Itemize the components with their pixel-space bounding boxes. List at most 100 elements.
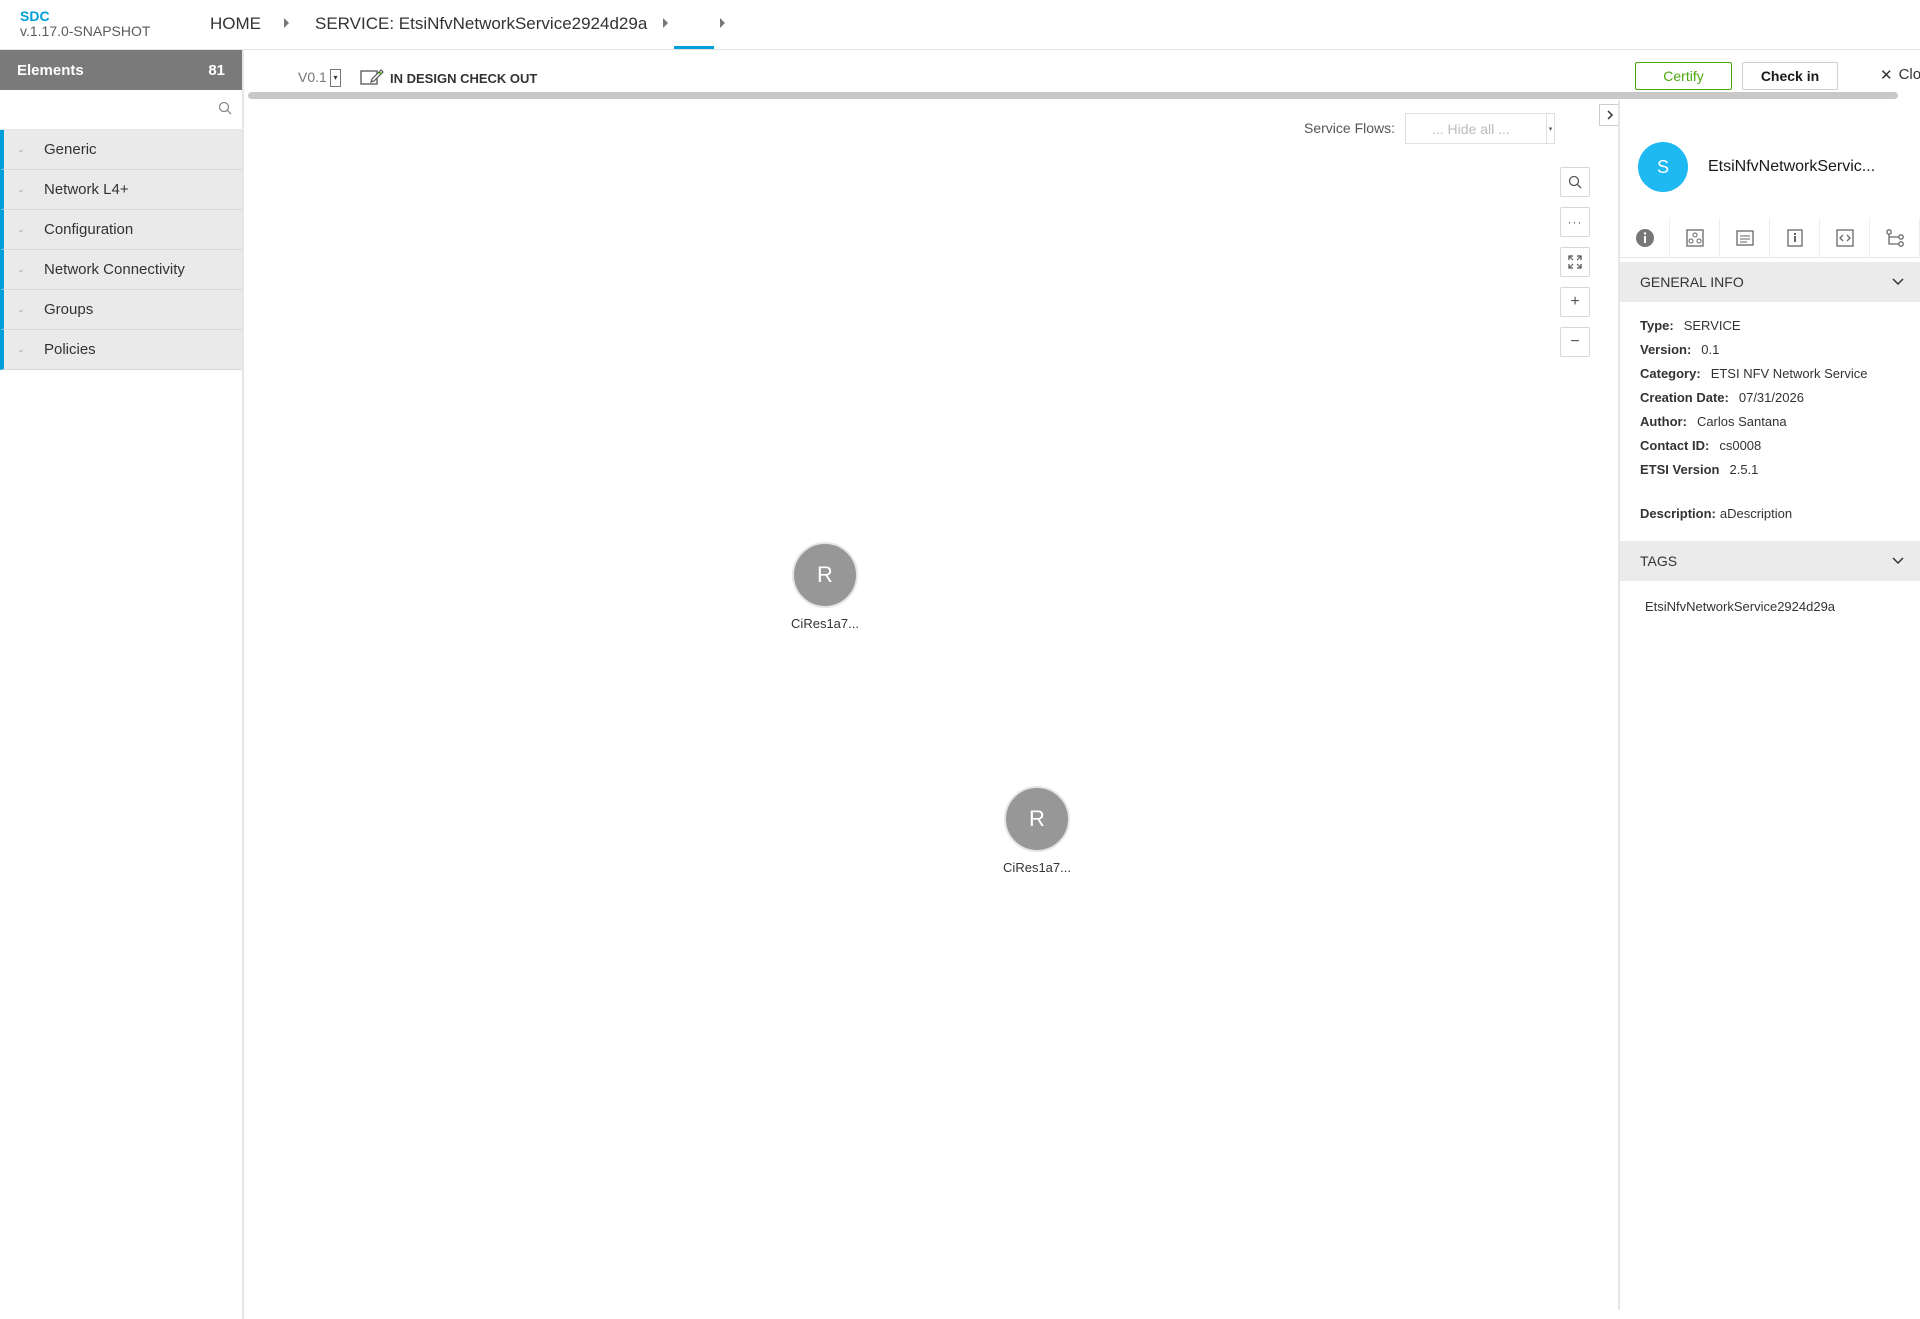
breadcrumb-service[interactable]: SERVICE: EtsiNfvNetworkService2924d29a xyxy=(315,14,647,34)
certify-button[interactable]: Certify xyxy=(1635,62,1732,90)
breadcrumb-active-indicator xyxy=(674,46,714,49)
composition-canvas[interactable] xyxy=(246,100,1616,1310)
collapse-dash-icon: - xyxy=(19,142,23,157)
info-row-version: Version: 0.1 xyxy=(1640,338,1867,362)
category-label: Generic xyxy=(44,141,97,158)
close-label: Clo xyxy=(1898,66,1920,83)
info-label: ETSI Version xyxy=(1640,462,1720,477)
info-label: Contact ID: xyxy=(1640,438,1710,453)
breadcrumb-arrow-icon[interactable] xyxy=(284,18,289,28)
breadcrumb-home[interactable]: HOME xyxy=(210,14,261,34)
collapse-dash-icon: - xyxy=(19,302,23,317)
info-row-creation-date: Creation Date: 07/31/2026 xyxy=(1640,386,1867,410)
collapse-dash-icon: - xyxy=(19,222,23,237)
category-network-connectivity[interactable]: - Network Connectivity xyxy=(0,250,242,290)
details-panel: S EtsiNfvNetworkServic... GENERAL INFO T… xyxy=(1618,100,1920,1310)
canvas-node[interactable]: R CiRes1a7... xyxy=(791,542,859,631)
details-tabs xyxy=(1620,218,1920,258)
close-button[interactable]: ✕ Clo xyxy=(1880,66,1920,84)
tags-section-header[interactable]: TAGS xyxy=(1620,541,1920,581)
canvas-search-button[interactable] xyxy=(1560,167,1590,197)
horizontal-scrollbar[interactable] xyxy=(248,92,1898,99)
info-label: Category: xyxy=(1640,366,1701,381)
lifecycle-status: IN DESIGN CHECK OUT xyxy=(360,68,537,89)
paths-icon xyxy=(1885,229,1904,247)
info-value: cs0008 xyxy=(1719,438,1762,453)
category-configuration[interactable]: - Configuration xyxy=(0,210,242,250)
node-icon: R xyxy=(792,542,858,608)
expand-icon xyxy=(1568,255,1582,269)
zoom-in-button[interactable]: + xyxy=(1560,287,1590,317)
collapse-dash-icon: - xyxy=(19,262,23,277)
node-label: CiRes1a7... xyxy=(791,616,859,631)
chevron-down-icon xyxy=(1892,557,1904,565)
breadcrumb-arrow-icon[interactable] xyxy=(663,18,668,28)
info-row-contact-id: Contact ID: cs0008 xyxy=(1640,434,1867,458)
tab-properties[interactable] xyxy=(1770,218,1820,258)
general-info-list: Type: SERVICE Version: 0.1 Category: ETSI N… xyxy=(1640,314,1867,482)
check-in-button[interactable]: Check in xyxy=(1742,62,1838,90)
info-row-author: Author: Carlos Santana xyxy=(1640,410,1867,434)
version-dropdown-caret-icon[interactable]: ▾ xyxy=(330,69,341,87)
details-title: EtsiNfvNetworkServic... xyxy=(1708,158,1876,175)
description: Description: aDescription xyxy=(1640,506,1792,521)
app-logo[interactable]: SDC v.1.17.0-SNAPSHOT xyxy=(20,9,150,39)
category-label: Network L4+ xyxy=(44,181,129,198)
palette-search-input[interactable] xyxy=(0,90,210,128)
category-label: Configuration xyxy=(44,221,134,238)
checkout-edit-icon xyxy=(360,68,384,89)
chevron-down-icon: ▾ xyxy=(1546,114,1554,143)
chevron-right-icon xyxy=(1606,110,1613,120)
category-label: Network Connectivity xyxy=(44,261,185,278)
app-name: SDC xyxy=(20,8,50,24)
category-groups[interactable]: - Groups xyxy=(0,290,242,330)
service-flows-value: ... Hide all ... xyxy=(1432,120,1510,137)
info-row-category: Category: ETSI NFV Network Service xyxy=(1640,362,1867,386)
category-label: Policies xyxy=(44,341,96,358)
category-generic[interactable]: - Generic xyxy=(0,130,242,170)
top-header: SDC v.1.17.0-SNAPSHOT HOME SERVICE: Etsi… xyxy=(0,0,1920,50)
category-label: Groups xyxy=(44,301,94,318)
info-value: 07/31/2026 xyxy=(1738,390,1804,405)
info-row-etsi-version: ETSI Version 2.5.1 xyxy=(1640,458,1867,482)
info-label: Type: xyxy=(1640,318,1674,333)
node-icon: R xyxy=(1004,786,1070,852)
canvas-node[interactable]: R CiRes1a7... xyxy=(1003,786,1071,875)
info-row-type: Type: SERVICE xyxy=(1640,314,1867,338)
info-value: 0.1 xyxy=(1701,342,1720,357)
zoom-out-button[interactable]: − xyxy=(1560,327,1590,357)
elements-palette: Elements 81 - Generic - Network L4+ - Confi… xyxy=(0,50,244,1319)
collapse-panel-button[interactable] xyxy=(1599,104,1619,126)
plus-icon: + xyxy=(1570,293,1580,310)
search-icon[interactable] xyxy=(218,101,232,120)
app-version: v.1.17.0-SNAPSHOT xyxy=(20,23,151,39)
ellipsis-icon: ··· xyxy=(1567,215,1583,229)
description-label: Description: xyxy=(1640,506,1716,521)
tab-general-info[interactable] xyxy=(1620,218,1670,258)
category-network-l4[interactable]: - Network L4+ xyxy=(0,170,242,210)
category-policies[interactable]: - Policies xyxy=(0,330,242,370)
version-select[interactable]: V0.1 xyxy=(298,69,327,85)
info-label: Author: xyxy=(1640,414,1687,429)
minus-icon: − xyxy=(1570,333,1580,350)
general-info-section-header[interactable]: GENERAL INFO xyxy=(1620,262,1920,302)
info-value: Carlos Santana xyxy=(1696,414,1787,429)
info-label: Creation Date: xyxy=(1640,390,1729,405)
tab-paths[interactable] xyxy=(1870,218,1920,258)
collapse-dash-icon: - xyxy=(19,182,23,197)
service-flows-select[interactable]: ... Hide all ... ▾ xyxy=(1405,113,1555,144)
details-header: S EtsiNfvNetworkServic... xyxy=(1638,142,1875,192)
canvas-more-button[interactable]: ··· xyxy=(1560,207,1590,237)
tab-api[interactable] xyxy=(1820,218,1870,258)
properties-icon xyxy=(1786,229,1803,247)
tab-artifacts[interactable] xyxy=(1720,218,1770,258)
elements-title: Elements xyxy=(17,61,84,79)
breadcrumb-arrow-icon[interactable] xyxy=(720,18,725,28)
fit-to-screen-button[interactable] xyxy=(1560,247,1590,277)
info-value: 2.5.1 xyxy=(1729,462,1759,477)
tab-composition[interactable] xyxy=(1670,218,1720,258)
api-icon xyxy=(1835,229,1854,247)
palette-search xyxy=(0,90,242,130)
tags-title: TAGS xyxy=(1640,553,1678,569)
tag-item: EtsiNfvNetworkService2924d29a xyxy=(1645,599,1836,614)
